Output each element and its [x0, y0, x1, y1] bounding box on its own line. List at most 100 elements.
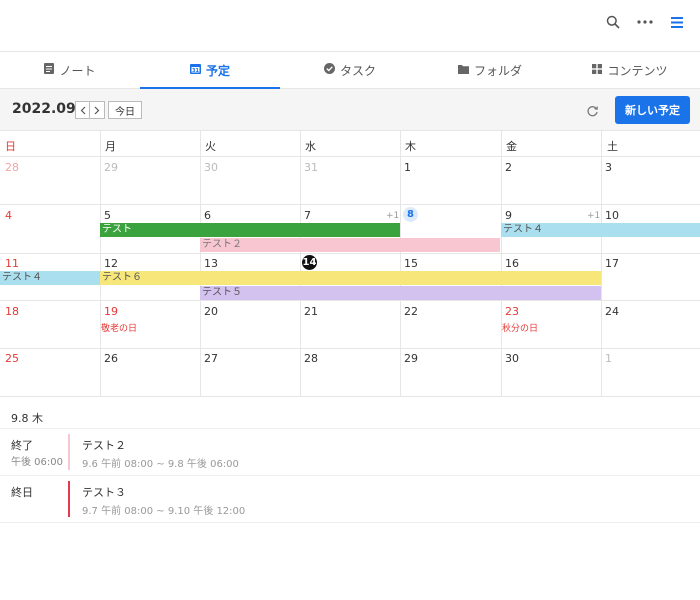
tab-label: ノート [59, 63, 96, 78]
agenda-date: 9.8 木 [11, 412, 43, 425]
weekday-label: 土 [607, 140, 618, 153]
agenda-event-range: 9.6 午前 08:00 ~ 9.8 午後 06:00 [82, 459, 239, 470]
weekday-label: 月 [105, 140, 116, 153]
grid-icon [592, 63, 603, 77]
more-events-badge[interactable]: +1 [587, 211, 600, 221]
weekday-label: 木 [405, 140, 416, 153]
event-color-bar [68, 481, 70, 517]
day-number[interactable]: 21 [304, 305, 318, 318]
month-title: 2022.09 [12, 101, 76, 117]
agenda-item[interactable]: 終日 テスト３ 9.7 午前 08:00 ~ 9.10 午後 12:00 [0, 476, 700, 522]
chevron-right-icon [94, 106, 100, 114]
day-number[interactable]: 4 [5, 209, 12, 222]
today-marker[interactable]: 8 [403, 207, 418, 222]
event-bar[interactable]: テスト４ [501, 223, 700, 237]
today-button[interactable]: 今日 [108, 101, 142, 119]
top-actions [604, 13, 686, 31]
day-number[interactable]: 16 [505, 257, 519, 270]
tab-notes[interactable]: ノート [0, 52, 140, 88]
day-number[interactable]: 30 [505, 352, 519, 365]
tab-contents[interactable]: コンテンツ [560, 52, 700, 88]
more-events-badge[interactable]: +1 [386, 211, 399, 221]
week-row[interactable]: 4 5 6 7 +1 8 9 +1 10 テスト テスト４ テスト２ [0, 206, 700, 254]
day-number[interactable]: 2 [505, 161, 512, 174]
next-month-button[interactable] [90, 101, 105, 119]
check-circle-icon [323, 63, 335, 77]
svg-text:31: 31 [192, 68, 199, 74]
menu-icon[interactable] [668, 13, 686, 31]
divider [0, 522, 700, 523]
more-icon[interactable] [636, 13, 654, 31]
week-row[interactable]: 11 12 13 14 15 16 17 テスト４ テスト６ テスト５ [0, 253, 700, 301]
prev-month-button[interactable] [75, 101, 90, 119]
day-number[interactable]: 11 [5, 257, 19, 270]
refresh-icon[interactable] [586, 103, 599, 122]
tab-label: タスク [339, 63, 376, 78]
event-bar[interactable]: テスト４ [0, 271, 100, 285]
weekday-label: 水 [305, 140, 316, 153]
day-number[interactable]: 28 [5, 161, 19, 174]
day-number[interactable]: 26 [104, 352, 118, 365]
event-bar[interactable]: テスト [100, 223, 400, 237]
day-number[interactable]: 10 [605, 209, 619, 222]
agenda-item[interactable]: 終了 午後 06:00 テスト２ 9.6 午前 08:00 ~ 9.8 午後 0… [0, 429, 700, 475]
day-number[interactable]: 23 [505, 305, 519, 318]
tab-bar: ノート 31 予定 タスク フォルダ コンテンツ [0, 52, 700, 89]
agenda-event-range: 9.7 午前 08:00 ~ 9.10 午後 12:00 [82, 506, 246, 517]
holiday-label: 秋分の日 [502, 324, 539, 334]
holiday-label: 敬老の日 [101, 324, 138, 334]
tab-folders[interactable]: フォルダ [420, 52, 560, 88]
calendar-grid: 日 月 火 水 木 金 土 28 29 30 31 1 2 3 4 5 6 7 … [0, 131, 700, 397]
tab-label: フォルダ [473, 63, 522, 78]
day-number[interactable]: 31 [304, 161, 318, 174]
day-number[interactable]: 25 [5, 352, 19, 365]
day-number[interactable]: 7 [304, 209, 311, 222]
day-number[interactable]: 22 [404, 305, 418, 318]
weekday-label: 火 [205, 140, 216, 153]
day-number[interactable]: 1 [605, 352, 612, 365]
day-number[interactable]: 12 [104, 257, 118, 270]
day-number[interactable]: 6 [204, 209, 211, 222]
agenda-time-label: 終了 [11, 439, 33, 452]
day-number[interactable]: 17 [605, 257, 619, 270]
day-number[interactable]: 20 [204, 305, 218, 318]
selected-day-marker[interactable]: 14 [302, 255, 317, 270]
agenda-event-title: テスト３ [82, 486, 126, 499]
day-number[interactable]: 30 [204, 161, 218, 174]
week-row[interactable]: 25 26 27 28 29 30 1 [0, 349, 700, 397]
agenda-time: 午後 06:00 [11, 457, 63, 468]
top-bar [0, 0, 700, 52]
search-icon[interactable] [604, 13, 622, 31]
agenda-event-title: テスト２ [82, 439, 126, 452]
agenda-time-label: 終日 [11, 486, 33, 499]
tab-label: コンテンツ [607, 63, 668, 78]
day-number[interactable]: 29 [104, 161, 118, 174]
tab-schedule[interactable]: 31 予定 [140, 52, 280, 89]
day-number[interactable]: 27 [204, 352, 218, 365]
weekday-label: 金 [506, 140, 517, 153]
day-number[interactable]: 13 [204, 257, 218, 270]
day-number[interactable]: 5 [104, 209, 111, 222]
weekday-label: 日 [5, 140, 16, 153]
week-row[interactable]: 18 19 敬老の日 20 21 22 23 秋分の日 24 [0, 301, 700, 349]
month-nav [75, 101, 105, 119]
day-number[interactable]: 19 [104, 305, 118, 318]
calendar-icon: 31 [189, 63, 201, 77]
tab-tasks[interactable]: タスク [280, 52, 420, 88]
day-number[interactable]: 18 [5, 305, 19, 318]
event-bar[interactable]: テスト５ [200, 286, 601, 300]
day-number[interactable]: 15 [404, 257, 418, 270]
chevron-left-icon [80, 106, 85, 114]
day-number[interactable]: 28 [304, 352, 318, 365]
week-row[interactable]: 28 29 30 31 1 2 3 [0, 157, 700, 205]
event-bar[interactable]: テスト６ [100, 271, 601, 285]
day-number[interactable]: 1 [404, 161, 411, 174]
weekday-header: 日 月 火 水 木 金 土 [0, 131, 700, 157]
day-number[interactable]: 9 [505, 209, 512, 222]
day-number[interactable]: 3 [605, 161, 612, 174]
day-number[interactable]: 24 [605, 305, 619, 318]
new-event-button[interactable]: 新しい予定 [615, 96, 690, 124]
day-number[interactable]: 29 [404, 352, 418, 365]
note-icon [44, 63, 55, 77]
event-bar[interactable]: テスト２ [200, 238, 500, 252]
